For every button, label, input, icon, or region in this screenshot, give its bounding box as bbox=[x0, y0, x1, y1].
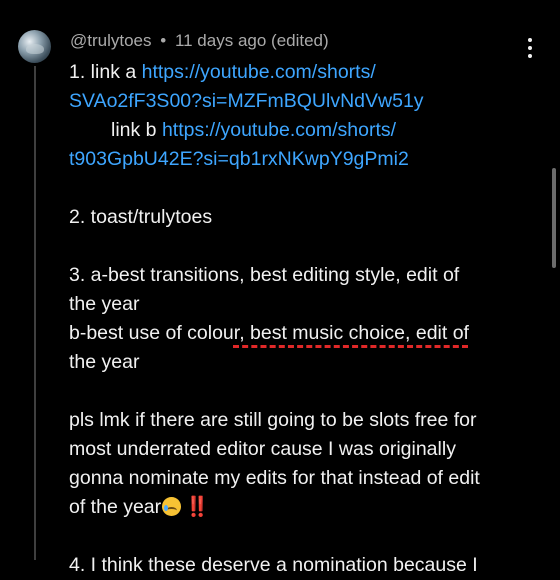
line-3: link b https://youtube.com/shorts/ bbox=[111, 119, 397, 141]
thread-line bbox=[34, 66, 36, 560]
link-a-continued[interactable]: SVAo2fF3S00?si=MZFmBQUlvNdVw51y bbox=[69, 90, 424, 112]
crying-face-icon bbox=[162, 497, 182, 516]
line-4: t903GpbU42E?si=qb1rxNKwpY9gPmi2 bbox=[69, 145, 524, 174]
comment-body: 1. link a https://youtube.com/shorts/ SV… bbox=[69, 58, 524, 580]
double-exclamation-icon: ‼️ bbox=[185, 496, 209, 518]
avatar[interactable] bbox=[18, 30, 51, 63]
more-vert-icon[interactable] bbox=[526, 38, 534, 58]
timestamp[interactable]: 11 days ago (edited) bbox=[175, 31, 329, 50]
spellcheck-underline[interactable]: r, best music choice, edit of bbox=[234, 322, 469, 344]
link-a[interactable]: https://youtube.com/shorts/ bbox=[142, 61, 376, 83]
link-b-continued[interactable]: t903GpbU42E?si=qb1rxNKwpY9gPmi2 bbox=[69, 148, 409, 170]
line-1: 1. link a https://youtube.com/shorts/ bbox=[69, 61, 376, 83]
separator: • bbox=[160, 31, 167, 50]
link-b[interactable]: https://youtube.com/shorts/ bbox=[162, 119, 396, 141]
line-11: most underrated editor cause I was origi… bbox=[69, 438, 456, 460]
scrollbar-thumb[interactable] bbox=[552, 168, 556, 268]
line-7: the year bbox=[69, 293, 140, 315]
line-13: of the year ‼️ bbox=[69, 496, 209, 518]
line-6: 3. a-best transitions, best editing styl… bbox=[69, 264, 460, 286]
line-10: pls lmk if there are still going to be s… bbox=[69, 409, 477, 431]
line-9: the year bbox=[69, 351, 140, 373]
username[interactable]: @trulytoes bbox=[70, 31, 152, 50]
line-2: SVAo2fF3S00?si=MZFmBQUlvNdVw51y bbox=[69, 87, 524, 116]
line-5: 2. toast/trulytoes bbox=[69, 206, 213, 228]
line-12: gonna nominate my edits for that instead… bbox=[69, 467, 480, 489]
line-8: b-best use of colour, best music choice,… bbox=[69, 322, 469, 344]
comment-header: @trulytoes • 11 days ago (edited) bbox=[70, 31, 329, 51]
line-14: 4. I think these deserve a nomination be… bbox=[69, 554, 478, 576]
